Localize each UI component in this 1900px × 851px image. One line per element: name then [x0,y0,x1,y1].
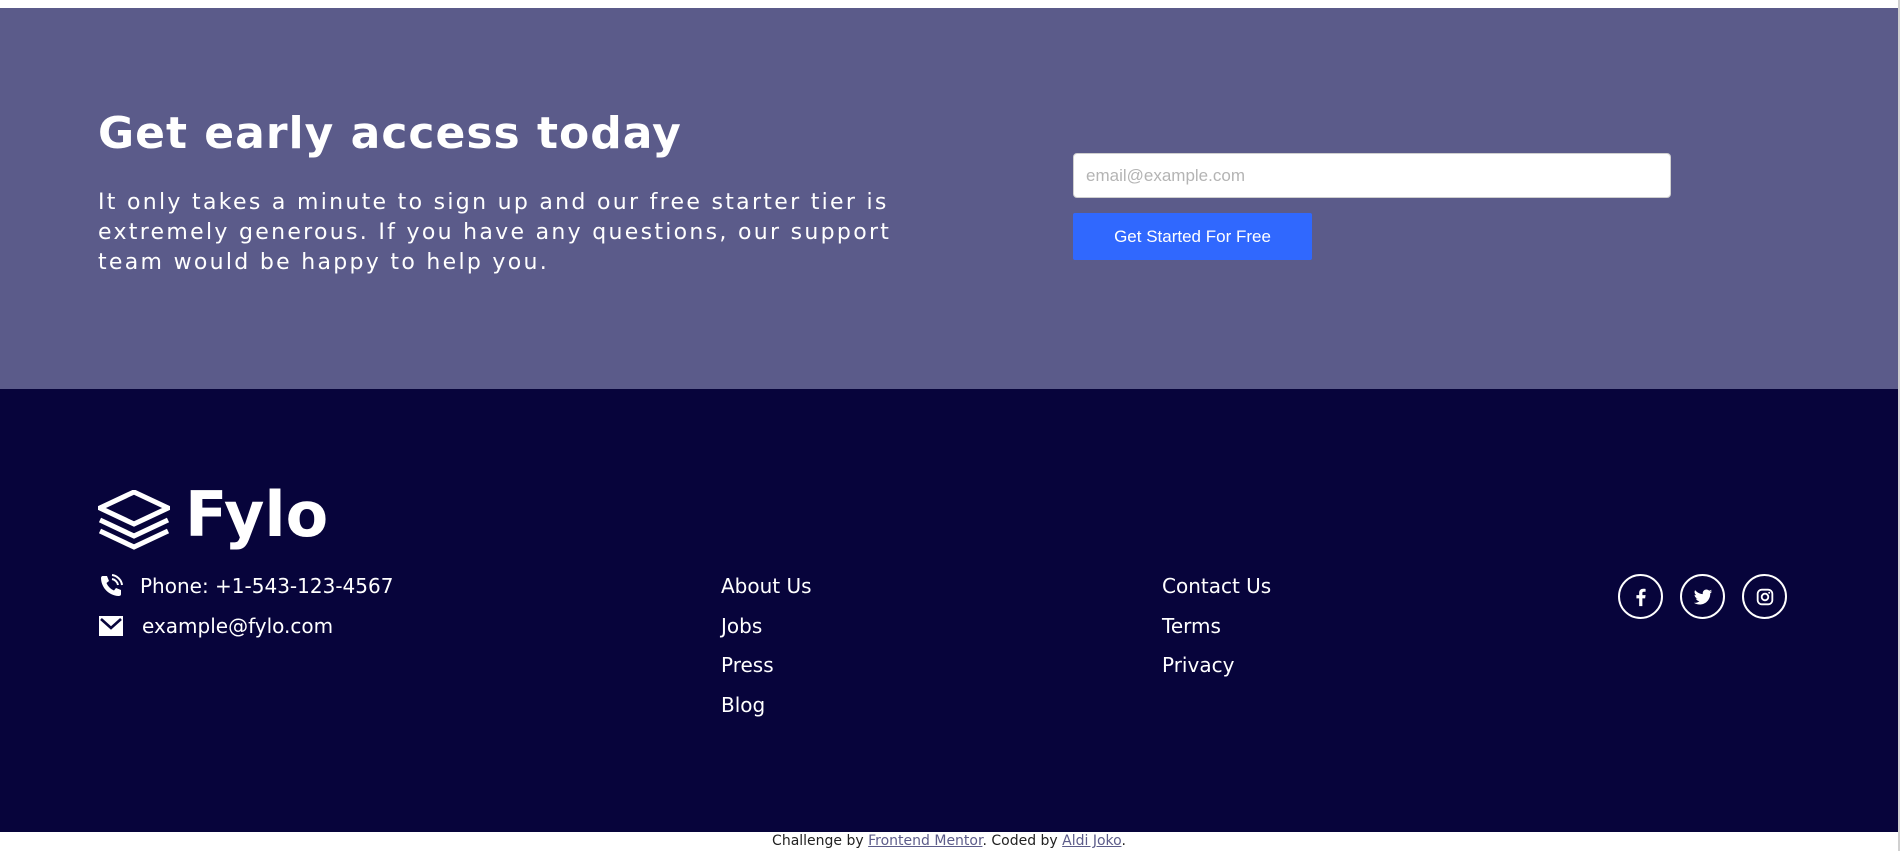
phone-icon [101,574,123,596]
footer-links-col1: About Us Jobs Press Blog [721,573,812,731]
phone-row: Phone: +1-543-123-4567 [98,571,393,601]
attribution-prefix: Challenge by [772,833,869,849]
facebook-link[interactable] [1618,574,1663,619]
twitter-icon [1693,588,1712,605]
phone-number: Phone: +1-543-123-4567 [140,574,394,598]
social-links [1618,574,1787,619]
link-terms[interactable]: Terms [1162,613,1271,653]
footer: Fylo Phone: +1-543-123-4567 example@fylo… [0,389,1898,832]
link-privacy[interactable]: Privacy [1162,652,1271,692]
facebook-icon [1635,588,1646,606]
get-started-button[interactable]: Get Started For Free [1073,213,1312,260]
link-contact-us[interactable]: Contact Us [1162,573,1271,613]
email-row: example@fylo.com [98,611,333,641]
link-jobs[interactable]: Jobs [721,613,812,653]
link-about-us[interactable]: About Us [721,573,812,613]
attribution-suffix: . [1121,833,1126,849]
layers-logo-icon [98,490,170,550]
link-blog[interactable]: Blog [721,692,812,732]
link-press[interactable]: Press [721,652,812,692]
instagram-link[interactable] [1742,574,1787,619]
frontend-mentor-link[interactable]: Frontend Mentor [868,833,982,849]
cta-title: Get early access today [98,108,682,159]
twitter-link[interactable] [1680,574,1725,619]
email-input[interactable] [1073,153,1671,198]
email-address: example@fylo.com [142,614,334,638]
attribution-middle: . Coded by [982,833,1063,849]
top-strip [0,0,1900,8]
author-link[interactable]: Aldi Joko [1062,833,1121,849]
early-access-section: Get early access today It only takes a m… [0,8,1898,389]
mail-icon [99,616,123,636]
instagram-icon [1756,588,1773,605]
brand-name: Fylo [185,478,329,551]
footer-links-col2: Contact Us Terms Privacy [1162,573,1271,692]
cta-description: It only takes a minute to sign up and ou… [98,190,892,275]
attribution: Challenge by Frontend Mentor. Coded by A… [0,832,1898,851]
